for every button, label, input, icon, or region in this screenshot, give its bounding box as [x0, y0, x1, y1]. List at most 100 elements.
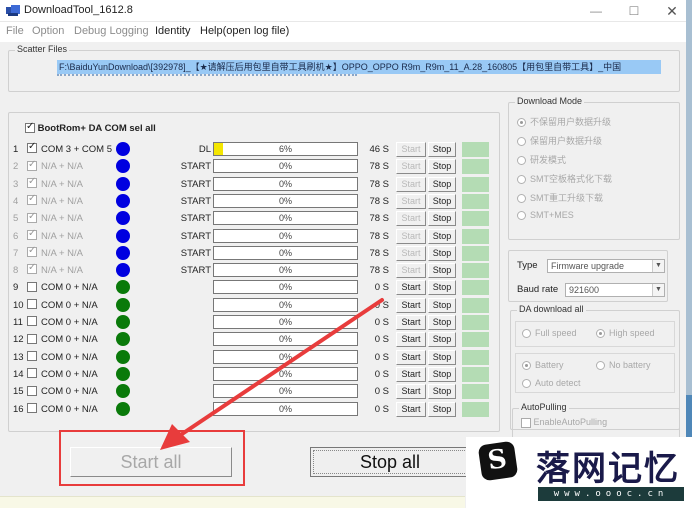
radio-full-speed[interactable]: Full speed — [522, 328, 577, 339]
radio-indicator[interactable] — [522, 329, 531, 339]
download-mode-option[interactable]: SMT空板格式化下载 — [517, 172, 612, 185]
menu-identity[interactable]: Identity — [155, 25, 190, 37]
port-start-button[interactable]: Start — [396, 366, 426, 382]
port-stop-button[interactable]: Stop — [428, 159, 456, 175]
port-checkbox[interactable] — [27, 316, 37, 327]
port-start-button[interactable]: Start — [396, 211, 426, 227]
port-checkbox[interactable] — [27, 262, 37, 275]
select-all-checkbox[interactable] — [25, 121, 35, 134]
port-stop-button[interactable]: Stop — [428, 384, 456, 400]
port-row: 14 COM 0 + N/A 0% 0 S Start Stop — [9, 366, 499, 383]
radio-no-battery[interactable]: No battery — [596, 360, 651, 371]
radio-indicator[interactable] — [522, 361, 531, 371]
port-checkbox[interactable] — [27, 350, 37, 361]
port-start-button[interactable]: Start — [396, 349, 426, 365]
download-mode-option[interactable]: 保留用户数据升级 — [517, 134, 602, 147]
radio-battery[interactable]: Battery — [522, 360, 564, 371]
port-stop-button[interactable]: Stop — [428, 315, 456, 330]
port-stop-button[interactable]: Stop — [428, 211, 456, 227]
elapsed-time: 78 S — [369, 213, 389, 225]
baud-rate-label: Baud rate — [517, 284, 559, 295]
port-state: START — [180, 178, 211, 190]
port-checkbox[interactable] — [27, 159, 37, 171]
progress-percent: 0% — [278, 213, 292, 224]
port-checkbox[interactable] — [27, 245, 37, 258]
port-start-button[interactable]: Start — [396, 245, 426, 261]
close-button[interactable]: ✕ — [658, 2, 686, 20]
port-stop-button[interactable]: Stop — [428, 401, 456, 417]
port-checkbox[interactable] — [27, 176, 37, 188]
baud-rate-select[interactable]: 921600 ▼ — [565, 283, 665, 297]
radio-indicator[interactable] — [517, 156, 526, 166]
port-stop-button[interactable]: Stop — [428, 280, 456, 296]
port-stop-button[interactable]: Stop — [428, 349, 456, 365]
port-checkbox[interactable] — [27, 211, 37, 223]
progress-percent: 0% — [278, 386, 292, 397]
progress-bar: 0% — [213, 401, 358, 416]
port-checkbox[interactable] — [27, 193, 37, 206]
minimize-button[interactable]: — — [582, 2, 610, 20]
port-stop-button[interactable]: Stop — [428, 366, 456, 382]
port-status-cell — [462, 193, 489, 209]
menu-help[interactable]: Help(open log file) — [200, 25, 289, 37]
radio-indicator[interactable] — [517, 175, 526, 185]
scatter-file-path[interactable]: F:\BaiduYunDownload\[392978]_【★请解压后用包里自带… — [57, 60, 661, 74]
port-start-button[interactable]: Start — [396, 384, 426, 400]
port-checkbox[interactable] — [27, 299, 37, 310]
port-stop-button[interactable]: Stop — [428, 297, 456, 313]
elapsed-time: 78 S — [369, 247, 389, 259]
port-checkbox[interactable] — [27, 141, 37, 154]
radio-indicator[interactable] — [517, 137, 526, 147]
enable-autopulling[interactable]: EnableAutoPulling — [521, 417, 607, 428]
menu-option[interactable]: Option — [32, 25, 64, 37]
port-label: COM 0 + N/A — [41, 386, 98, 398]
maximize-button[interactable]: ☐ — [620, 2, 648, 20]
port-stop-button[interactable]: Stop — [428, 245, 456, 261]
port-checkbox[interactable] — [27, 333, 37, 344]
port-checkbox[interactable] — [27, 368, 37, 379]
port-stop-button[interactable]: Stop — [428, 263, 456, 279]
port-stop-button[interactable]: Stop — [428, 176, 456, 192]
port-start-button[interactable]: Start — [396, 332, 426, 348]
stop-all-button[interactable]: Stop all — [310, 447, 470, 477]
radio-high-speed[interactable]: High speed — [596, 328, 655, 339]
radio-indicator[interactable] — [517, 194, 526, 204]
port-label: N/A + N/A — [41, 213, 83, 225]
port-stop-button[interactable]: Stop — [428, 142, 456, 157]
menu-file[interactable]: File — [6, 25, 24, 37]
port-checkbox[interactable] — [27, 402, 37, 413]
port-start-button[interactable]: Start — [396, 228, 426, 244]
port-checkbox[interactable] — [27, 281, 37, 292]
radio-indicator[interactable] — [596, 329, 605, 339]
port-start-button[interactable]: Start — [396, 142, 426, 157]
type-select[interactable]: Firmware upgrade ▼ — [547, 259, 665, 273]
port-start-button[interactable]: Start — [396, 176, 426, 192]
port-start-button[interactable]: Start — [396, 193, 426, 209]
port-checkbox[interactable] — [27, 228, 37, 240]
progress-bar: 6% — [213, 142, 358, 156]
port-stop-button[interactable]: Stop — [428, 193, 456, 209]
download-mode-option[interactable]: SMT重工升级下载 — [517, 191, 603, 204]
port-stop-button[interactable]: Stop — [428, 228, 456, 244]
port-start-button[interactable]: Start — [396, 280, 426, 296]
port-start-button[interactable]: Start — [396, 315, 426, 330]
download-mode-option[interactable]: 不保留用户数据升级 — [517, 115, 611, 128]
download-mode-option[interactable]: 研发模式 — [517, 153, 566, 166]
radio-indicator[interactable] — [517, 118, 526, 128]
port-start-button[interactable]: Start — [396, 159, 426, 175]
port-checkbox[interactable] — [27, 385, 37, 396]
radio-indicator[interactable] — [522, 379, 531, 389]
select-all-ports[interactable]: BootRom+ DA COM sel all — [25, 121, 156, 134]
port-start-button[interactable]: Start — [396, 263, 426, 279]
port-start-button[interactable]: Start — [396, 401, 426, 417]
port-start-button[interactable]: Start — [396, 297, 426, 313]
port-stop-button[interactable]: Stop — [428, 332, 456, 348]
radio-indicator[interactable] — [517, 211, 526, 221]
autopulling-checkbox[interactable] — [521, 417, 531, 428]
radio-auto-detect[interactable]: Auto detect — [522, 378, 581, 389]
radio-indicator[interactable] — [596, 361, 605, 371]
chevron-down-icon[interactable]: ▼ — [652, 284, 664, 296]
menu-debug-logging[interactable]: Debug Logging — [74, 25, 149, 37]
chevron-down-icon[interactable]: ▼ — [652, 260, 664, 272]
download-mode-option[interactable]: SMT+MES — [517, 210, 574, 221]
